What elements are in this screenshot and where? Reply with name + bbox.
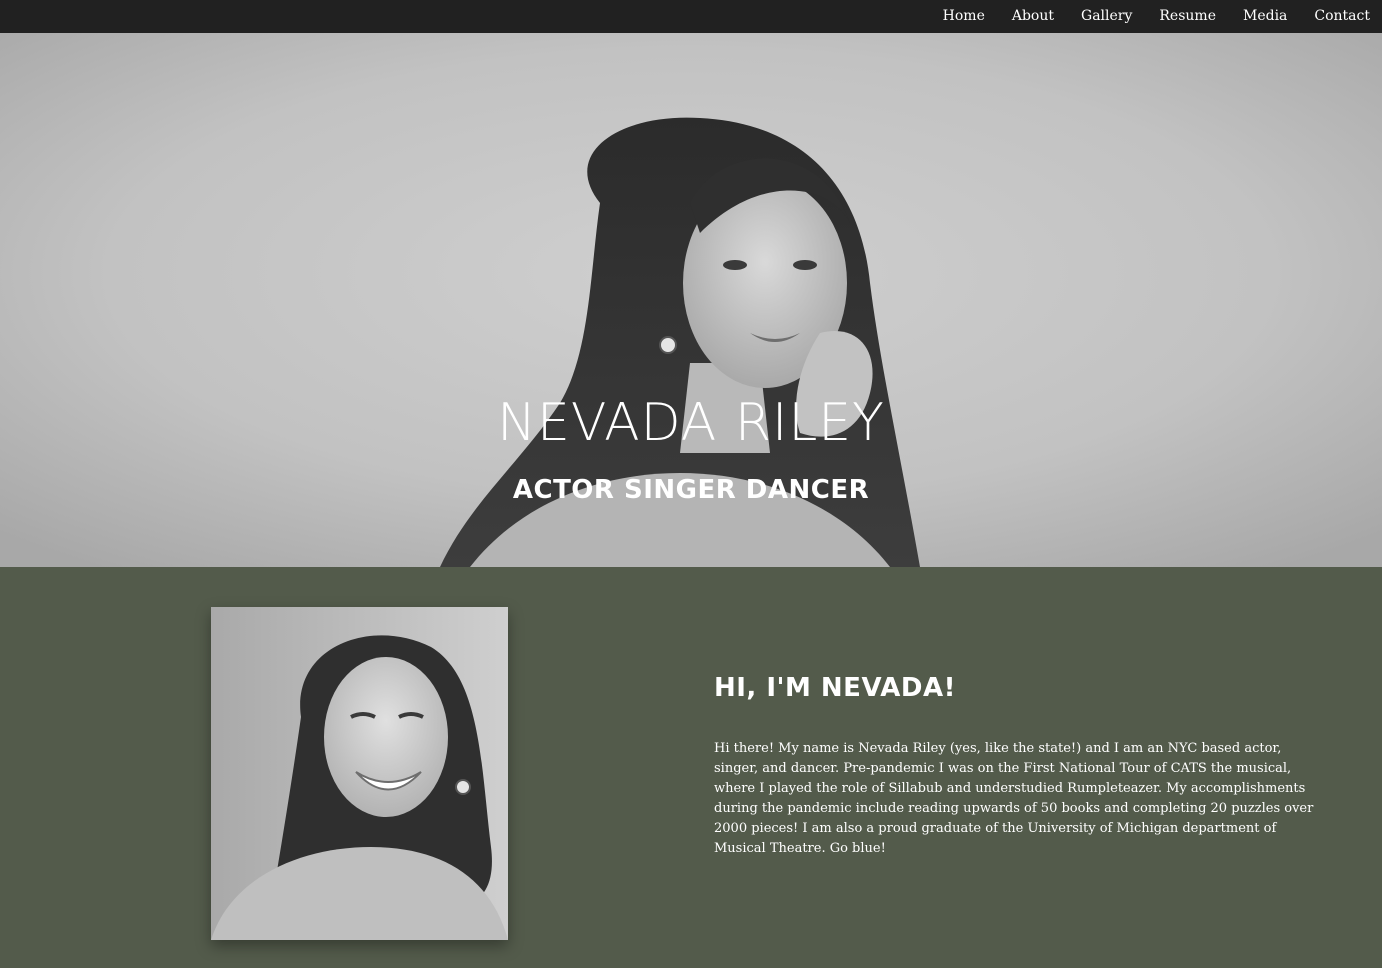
top-navbar: Home About Gallery Resume Media Contact [0, 0, 1382, 33]
nav-link-resume[interactable]: Resume [1159, 0, 1216, 33]
hero-subtitle: ACTOR SINGER DANCER [512, 475, 870, 505]
about-bio-text: Hi there! My name is Nevada Riley (yes, … [714, 741, 1314, 856]
hero-banner: NEVADA RILEY ACTOR SINGER DANCER [0, 33, 1382, 567]
about-headshot-photo [211, 607, 508, 940]
nav-link-media[interactable]: Media [1243, 0, 1287, 33]
about-heading: HI, I'M NEVADA! [714, 673, 956, 703]
headshot-image [211, 607, 508, 940]
nav-link-home[interactable]: Home [943, 0, 985, 33]
nav-link-about[interactable]: About [1012, 0, 1054, 33]
nav-link-contact[interactable]: Contact [1314, 0, 1370, 33]
nav-link-gallery[interactable]: Gallery [1081, 0, 1132, 33]
hero-title: NEVADA RILEY [497, 393, 885, 453]
about-section: HI, I'M NEVADA! Hi there! My name is Nev… [0, 567, 1382, 968]
